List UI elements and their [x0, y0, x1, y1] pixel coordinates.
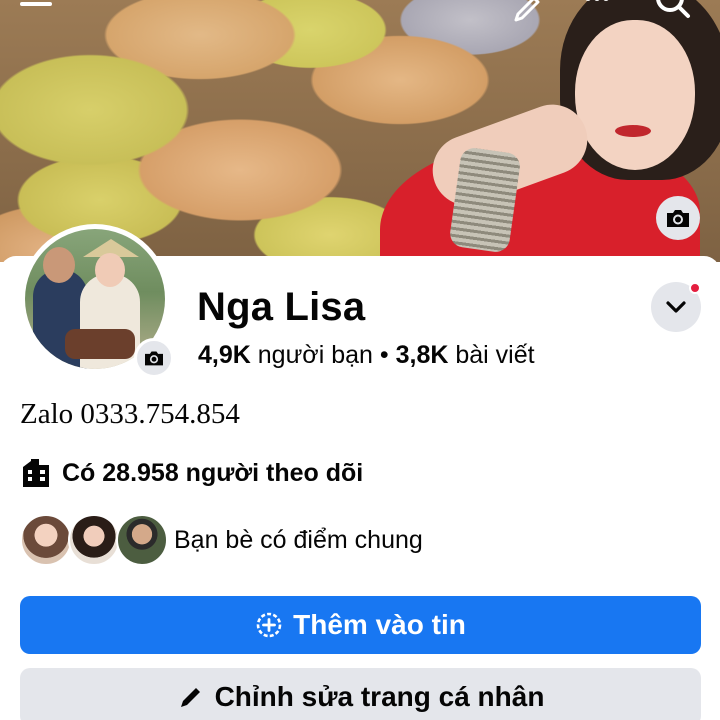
posts-label: bài viết	[455, 341, 535, 369]
cover-photo[interactable]	[0, 0, 720, 262]
notification-dot	[689, 282, 701, 294]
stats-separator: •	[379, 341, 389, 369]
followers-info[interactable]: Có 28.958 người theo dõi	[20, 456, 363, 490]
edit-profile-button[interactable]: Chỉnh sửa trang cá nhân	[20, 668, 701, 720]
followers-text: Có 28.958 người theo dõi	[62, 458, 364, 487]
mutual-friends-avatars	[20, 512, 170, 568]
profile-stats: 4,9K người bạn • 3,8K bài viết	[198, 339, 535, 371]
mutual-friends-label: Bạn bè có điểm chung	[174, 526, 423, 554]
posts-count: 3,8K	[395, 341, 449, 369]
mutual-friends[interactable]: Bạn bè có điểm chung	[20, 512, 423, 568]
camera-icon	[145, 351, 163, 366]
friends-count[interactable]: 4,9K	[198, 341, 251, 369]
chevron-down-icon	[666, 301, 686, 313]
profile-name: Nga Lisa	[197, 285, 366, 329]
cover-camera-button[interactable]	[656, 196, 700, 240]
friends-label[interactable]: người bạn	[258, 341, 373, 369]
mutual-friend-avatar	[20, 514, 72, 566]
edit-profile-label: Chỉnh sửa trang cá nhân	[214, 681, 545, 712]
profile-bio: Zalo 0333.754.854	[20, 398, 240, 430]
more-icon[interactable]	[584, 0, 610, 8]
building-icon	[23, 459, 49, 487]
edit-icon[interactable]	[512, 0, 542, 24]
pencil-icon	[180, 688, 200, 707]
mutual-friend-avatar	[68, 514, 120, 566]
plus-circle-icon	[256, 612, 282, 638]
add-story-label: Thêm vào tin	[293, 609, 466, 640]
avatar-camera-button[interactable]	[134, 338, 174, 378]
search-icon[interactable]	[652, 0, 692, 22]
add-story-button[interactable]: Thêm vào tin	[20, 596, 701, 654]
menu-icon[interactable]	[20, 0, 52, 10]
camera-icon	[667, 210, 689, 227]
mutual-friend-avatar	[116, 514, 168, 566]
